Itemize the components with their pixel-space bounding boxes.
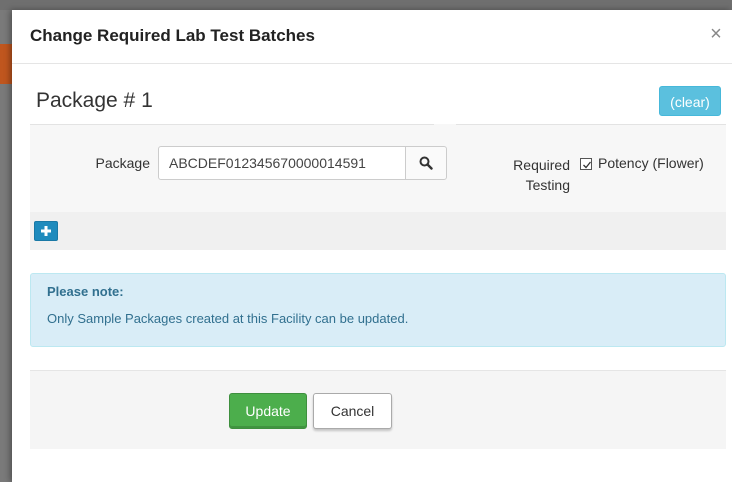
package-search-button[interactable] [405, 146, 447, 180]
package-section: Package # 1 (clear) Package Required Tes… [30, 72, 726, 212]
info-note: Please note: Only Sample Packages create… [30, 273, 726, 347]
checkmark-icon [583, 161, 592, 169]
package-input[interactable] [158, 146, 406, 180]
cancel-button[interactable]: Cancel [313, 393, 392, 429]
update-button[interactable]: Update [229, 393, 307, 429]
add-package-button[interactable] [34, 221, 58, 241]
note-title: Please note: [47, 284, 124, 299]
clear-button[interactable]: (clear) [659, 86, 721, 116]
required-testing-checkbox[interactable] [580, 158, 592, 170]
background-page [0, 0, 732, 10]
modal-footer: Update Cancel [30, 370, 726, 449]
search-icon [419, 156, 433, 170]
required-testing-option: Potency (Flower) [598, 155, 704, 171]
add-package-row [30, 212, 726, 250]
required-testing-label: Required Testing [513, 157, 570, 193]
divider [30, 124, 434, 125]
modal-title: Change Required Lab Test Batches [30, 26, 315, 45]
package-title: Package # 1 [36, 89, 153, 112]
plus-icon [41, 226, 51, 236]
divider [456, 124, 726, 125]
modal-dialog: Change Required Lab Test Batches × Packa… [12, 10, 732, 482]
background-accent [0, 44, 12, 84]
modal-header: Change Required Lab Test Batches × [12, 10, 732, 64]
close-button[interactable]: × [706, 22, 726, 46]
note-text: Only Sample Packages created at this Fac… [47, 311, 409, 326]
package-label: Package [95, 155, 150, 171]
